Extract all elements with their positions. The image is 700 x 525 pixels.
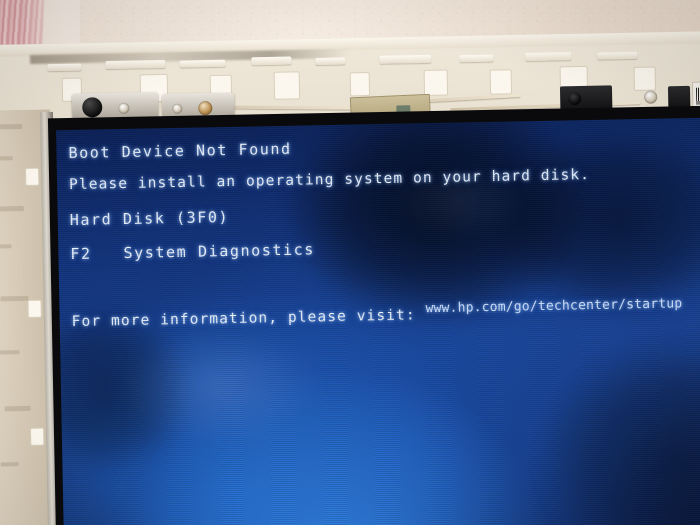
- bezel-clip: [423, 69, 449, 96]
- bezel-clip: [273, 71, 301, 100]
- frame-detail: [0, 123, 23, 130]
- frame-detail: [0, 462, 19, 467]
- frame-detail: [0, 156, 13, 161]
- frame-detail: [0, 244, 12, 249]
- bios-message-device: Hard Disk (3F0): [69, 207, 230, 230]
- plastic-rib: [47, 63, 82, 72]
- bezel-clip: [489, 69, 513, 95]
- lcd-screen: Boot Device Not Found Please install an …: [56, 117, 700, 525]
- photo-of-laptop-bios-error: Boot Device Not Found Please install an …: [0, 0, 700, 525]
- screw-hole: [644, 90, 658, 104]
- bezel-clip: [24, 167, 40, 186]
- frame-detail: [4, 405, 31, 412]
- bios-message-install: Please install an operating system on yo…: [68, 167, 591, 194]
- bezel-clip: [633, 66, 657, 91]
- plastic-rib: [459, 54, 494, 63]
- plastic-rib: [379, 54, 432, 64]
- mic-module: [667, 85, 691, 109]
- plastic-rib: [525, 52, 572, 62]
- bezel-clip: [349, 72, 371, 97]
- bezel-clip: [29, 427, 45, 446]
- plastic-rib: [315, 57, 346, 66]
- support-url: www.hp.com/go/techcenter/startup: [425, 296, 683, 317]
- bezel-clip: [27, 299, 42, 318]
- plastic-rib: [251, 56, 292, 66]
- frame-detail: [0, 350, 20, 355]
- bios-message-more-info: For more information, please visit:: [71, 307, 416, 331]
- barcode-icon: [695, 87, 700, 105]
- bios-error-text-block: Boot Device Not Found Please install an …: [56, 118, 700, 525]
- bios-message-title: Boot Device Not Found: [68, 139, 292, 163]
- frame-detail: [0, 295, 29, 302]
- plastic-rib: [179, 59, 226, 68]
- bios-option-f2-diagnostics[interactable]: F2 System Diagnostics: [70, 240, 315, 263]
- plastic-rib: [597, 51, 638, 60]
- frame-detail: [0, 205, 24, 212]
- plastic-rib: [105, 59, 166, 70]
